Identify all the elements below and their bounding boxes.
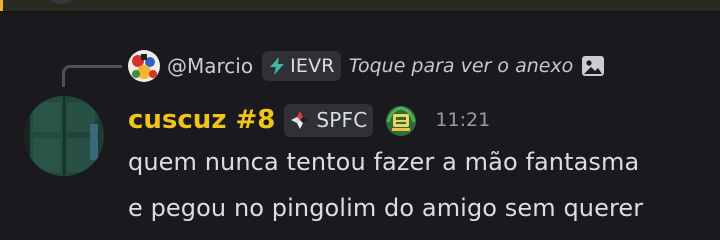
reply-author[interactable]: @Marcio xyxy=(167,54,253,78)
reply-spine xyxy=(62,65,122,87)
chat-view: @Marcio IEVR Toque para ver o anexo cusc… xyxy=(0,0,720,240)
reply-preview-text[interactable]: Toque para ver o anexo xyxy=(349,55,574,77)
image-icon xyxy=(580,53,606,79)
clan-tag[interactable]: SPFC xyxy=(284,103,374,137)
divider xyxy=(0,11,720,13)
diamond-cross-icon xyxy=(289,109,311,131)
reply-tag-label: IEVR xyxy=(290,55,335,77)
highlight-accent-bar xyxy=(0,0,3,11)
lightning-icon xyxy=(267,56,287,76)
previous-message-remnant xyxy=(0,0,720,11)
clan-tag-label: SPFC xyxy=(316,108,368,132)
role-badge-icon[interactable] xyxy=(383,102,435,138)
timestamp[interactable]: 11:21 xyxy=(435,109,490,131)
reply-avatar[interactable] xyxy=(128,50,160,82)
message-header: cuscuz #8 SPFC 11:21 xyxy=(128,100,490,140)
reply-author-tag[interactable]: IEVR xyxy=(262,51,341,81)
message-text-line: e pegou no pingolim do amigo sem querer xyxy=(128,194,644,222)
username[interactable]: cuscuz #8 xyxy=(128,105,275,135)
message-text-line: quem nunca tentou fazer a mão fantasma xyxy=(128,148,640,176)
reply-context[interactable]: @Marcio IEVR Toque para ver o anexo xyxy=(128,50,606,82)
avatar[interactable] xyxy=(24,96,104,176)
